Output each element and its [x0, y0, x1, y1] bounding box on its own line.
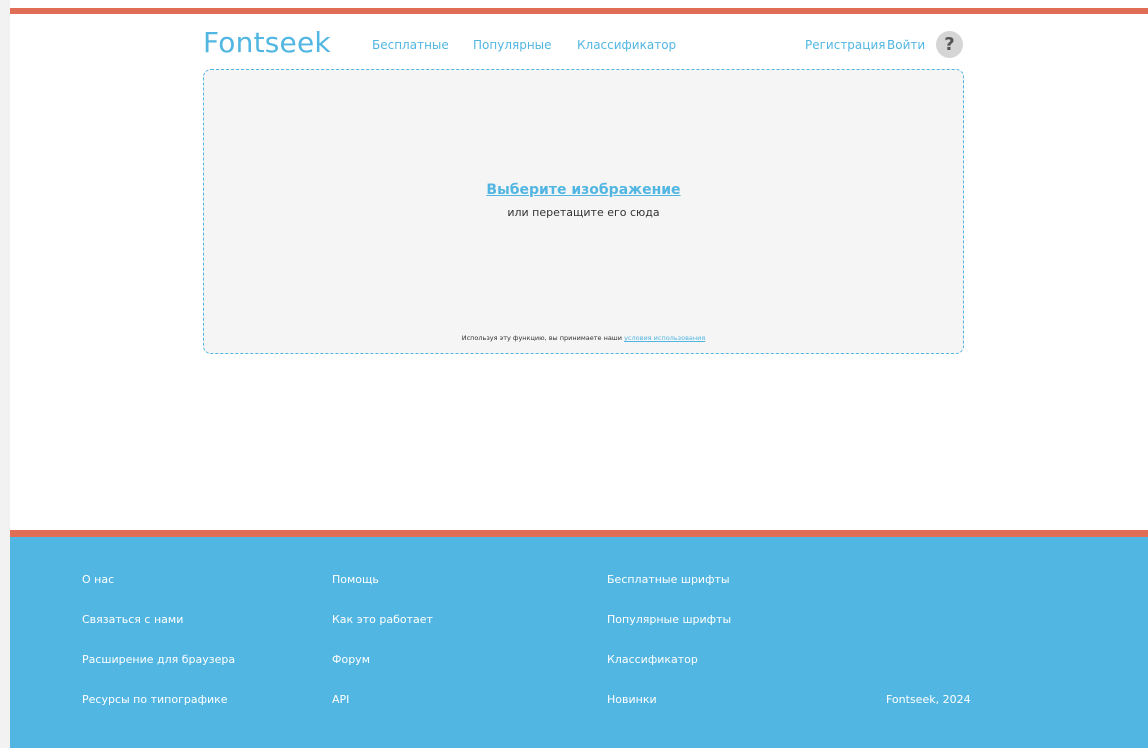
terms-link[interactable]: условия использования [624, 334, 705, 342]
help-button[interactable]: ? [936, 31, 963, 58]
logo-link[interactable]: Fontseek [203, 26, 331, 59]
footer-typography-resources[interactable]: Ресурсы по типографике [82, 693, 228, 706]
image-dropzone[interactable]: Выберите изображение или перетащите его … [203, 69, 964, 354]
question-icon: ? [944, 34, 955, 55]
terms-notice: Используя эту функцию, вы принимаете наш… [204, 334, 963, 342]
footer-how-it-works[interactable]: Как это работает [332, 613, 433, 626]
terms-prefix: Используя эту функцию, вы принимаете наш… [461, 334, 622, 342]
footer-contact[interactable]: Связаться с нами [82, 613, 183, 626]
footer-classifier[interactable]: Классификатор [607, 653, 698, 666]
nav-free[interactable]: Бесплатные [372, 38, 449, 52]
footer-popular-fonts[interactable]: Популярные шрифты [607, 613, 731, 626]
footer-accent-stripe [10, 530, 1148, 537]
footer-api[interactable]: API [332, 693, 349, 706]
copyright-text: Fontseek, 2024 [886, 693, 971, 706]
nav-popular[interactable]: Популярные [473, 38, 552, 52]
footer: О нас Связаться с нами Расширение для бр… [10, 537, 1148, 748]
register-link[interactable]: Регистрация [805, 38, 885, 52]
footer-forum[interactable]: Форум [332, 653, 370, 666]
page: Fontseek Бесплатные Популярные Классифик… [10, 0, 1148, 748]
drag-hint-text: или перетащите его сюда [507, 206, 660, 219]
choose-image-link[interactable]: Выберите изображение [204, 182, 963, 198]
top-accent-stripe [10, 8, 1148, 14]
footer-browser-extension[interactable]: Расширение для браузера [82, 653, 235, 666]
login-link[interactable]: Войти [887, 38, 925, 52]
nav-classifier[interactable]: Классификатор [577, 38, 676, 52]
footer-about[interactable]: О нас [82, 573, 114, 586]
footer-help[interactable]: Помощь [332, 573, 379, 586]
footer-free-fonts[interactable]: Бесплатные шрифты [607, 573, 730, 586]
footer-new-fonts[interactable]: Новинки [607, 693, 657, 706]
